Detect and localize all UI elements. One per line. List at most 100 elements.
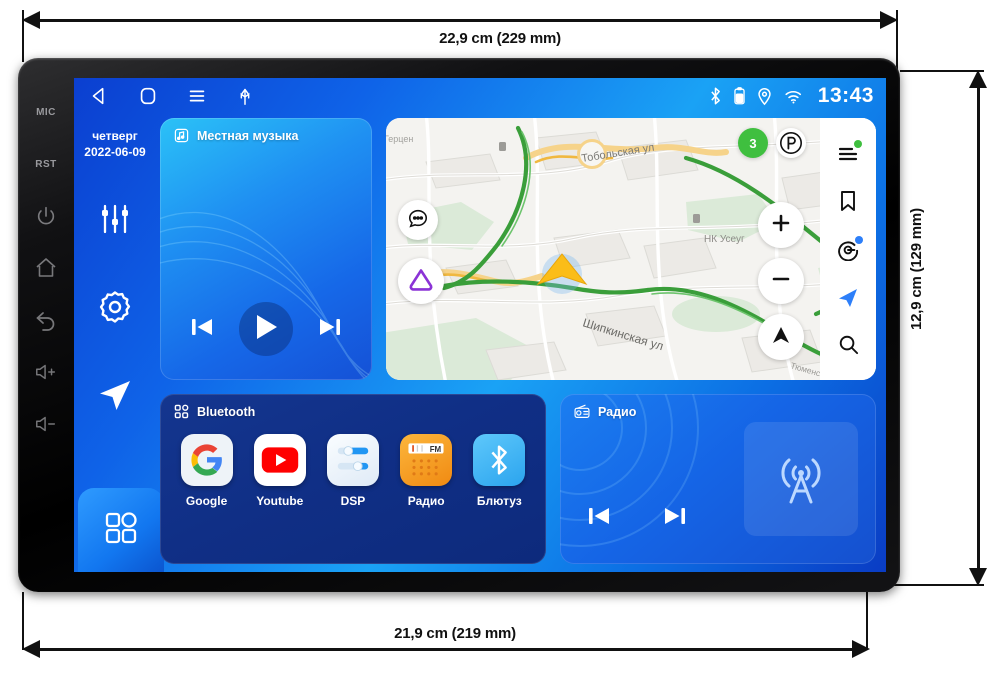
statusbar-usb-icon[interactable]: [236, 85, 254, 107]
mic-label: MIC: [36, 106, 56, 118]
dock-title: Bluetooth: [174, 404, 255, 419]
dimension-arrow-right-bottom: [969, 568, 987, 586]
previous-station-icon: [584, 501, 614, 536]
rail-item-equalizer[interactable]: [80, 188, 150, 254]
volume-down-button[interactable]: [26, 398, 66, 450]
map-locate-button[interactable]: [831, 280, 865, 314]
map-alice-button[interactable]: [398, 258, 444, 304]
volume-up-button[interactable]: [26, 346, 66, 398]
parking-icon: [780, 132, 802, 154]
date-label: 2022-06-09: [84, 145, 146, 160]
app-radio[interactable]: FM Радио: [393, 434, 459, 508]
statusbar-back-icon[interactable]: [88, 85, 110, 107]
status-bar: 13:43: [74, 78, 886, 114]
app-icon-bluetooth: [473, 434, 526, 486]
dimension-label-top: 22,9 cm (229 mm): [439, 30, 561, 47]
radio-transport-controls: [584, 501, 690, 536]
settings-gear-icon: [97, 289, 133, 330]
zoom-in-icon: [769, 211, 793, 240]
map-widget[interactable]: Тобольская ул Шипкинская ул Тюменская ул…: [386, 118, 876, 380]
app-dock-widget: Bluetooth Google Youtube DSP FM Радио Бл…: [160, 394, 546, 564]
weekday-label: четверг: [92, 129, 138, 143]
dock-title-label: Bluetooth: [197, 404, 256, 419]
back-button[interactable]: [26, 294, 66, 346]
music-widget[interactable]: Местная музыка: [160, 118, 372, 380]
search-icon: [839, 335, 858, 354]
dimension-arrow-right-top: [969, 70, 987, 88]
app-google[interactable]: Google: [174, 434, 240, 508]
equalizer-icon: [98, 202, 132, 241]
app-icon-dsp: [326, 434, 379, 486]
music-previous-button[interactable]: [187, 312, 217, 347]
map-bookmarks-button[interactable]: [831, 184, 865, 218]
music-widget-title: Местная музыка: [174, 128, 299, 143]
statusbar-home-icon[interactable]: [138, 85, 158, 107]
dimension-line-top: [38, 19, 882, 22]
map-zoom-out-button[interactable]: [758, 258, 804, 304]
bluetooth-icon: [491, 445, 508, 475]
music-play-button[interactable]: [239, 302, 293, 356]
apps-grid-icon: [103, 510, 139, 551]
statusbar-recents-icon[interactable]: [186, 85, 208, 107]
apps-launcher-button[interactable]: [78, 488, 164, 572]
reset-label: RST: [35, 158, 57, 170]
next-station-icon: [660, 501, 690, 536]
date-display: четверг 2022-06-09: [84, 128, 145, 160]
dimension-arrow-top-left: [22, 11, 40, 29]
map-toolbar: [820, 118, 876, 380]
dock-app-list: Google Youtube DSP FM Радио Блютуз: [160, 434, 546, 508]
app-bluetooth[interactable]: Блютуз: [466, 434, 532, 508]
map-chat-button[interactable]: [398, 200, 438, 240]
alice-triangle-icon: [408, 266, 434, 297]
home-button[interactable]: [26, 242, 66, 294]
car-head-unit-device: MIC RST 13:43 четверг 2022-06-09 Местная…: [18, 58, 900, 592]
next-track-icon: [315, 312, 345, 347]
wifi-icon: [783, 87, 803, 105]
map-search-button[interactable]: [831, 327, 865, 361]
rail-item-settings[interactable]: [80, 276, 150, 342]
app-label-dsp: DSP: [340, 494, 366, 508]
music-transport-controls: [160, 302, 372, 356]
dimension-label-bottom: 21,9 cm (219 mm): [394, 625, 516, 642]
map-parking-button[interactable]: [776, 128, 806, 158]
chat-bubble-icon: [407, 207, 429, 234]
dimension-line-right: [977, 86, 980, 568]
radio-next-button[interactable]: [660, 501, 690, 536]
dimension-label-right: 12,9 cm (129 mm): [908, 208, 925, 330]
home-icon: [34, 256, 58, 280]
map-menu-button[interactable]: [831, 137, 865, 171]
app-youtube[interactable]: Youtube: [247, 434, 313, 508]
map-yandex-plus-button[interactable]: [831, 232, 865, 266]
youtube-icon: [261, 447, 298, 473]
battery-icon: [733, 86, 746, 106]
apps-grid-icon: [174, 404, 189, 419]
music-next-button[interactable]: [315, 312, 345, 347]
app-icon-youtube: [253, 434, 306, 486]
previous-track-icon: [187, 312, 217, 347]
radio-widget-title: Радио: [574, 404, 636, 419]
rail-item-navigation[interactable]: [80, 364, 150, 430]
location-icon: [757, 86, 772, 106]
power-button[interactable]: [26, 190, 66, 242]
navigation-arrow-icon: [96, 376, 134, 419]
hardware-bezel: MIC RST: [18, 58, 74, 592]
map-poi-label-nk-useug: НК Усеуг: [704, 234, 745, 245]
map-compass-button[interactable]: [758, 314, 804, 360]
back-arrow-icon: [34, 308, 58, 332]
zoom-out-icon: [769, 267, 793, 296]
app-dsp[interactable]: DSP: [320, 434, 386, 508]
radio-wave-decoration: [560, 394, 699, 547]
map-zoom-in-button[interactable]: [758, 202, 804, 248]
music-widget-label: Местная музыка: [197, 128, 299, 143]
volume-up-icon: [34, 361, 58, 383]
power-icon: [35, 205, 57, 227]
bookmark-icon: [841, 191, 855, 212]
dsp-sliders-icon: [337, 446, 369, 472]
radio-widget[interactable]: Радио: [560, 394, 876, 564]
radio-previous-button[interactable]: [584, 501, 614, 536]
map-traffic-badge[interactable]: 3: [738, 128, 768, 158]
radio-widget-label: Радио: [598, 404, 637, 419]
app-label-radio: Радио: [407, 494, 445, 508]
radio-tower-icon: [574, 404, 590, 419]
svg-text:FM: FM: [430, 445, 442, 454]
